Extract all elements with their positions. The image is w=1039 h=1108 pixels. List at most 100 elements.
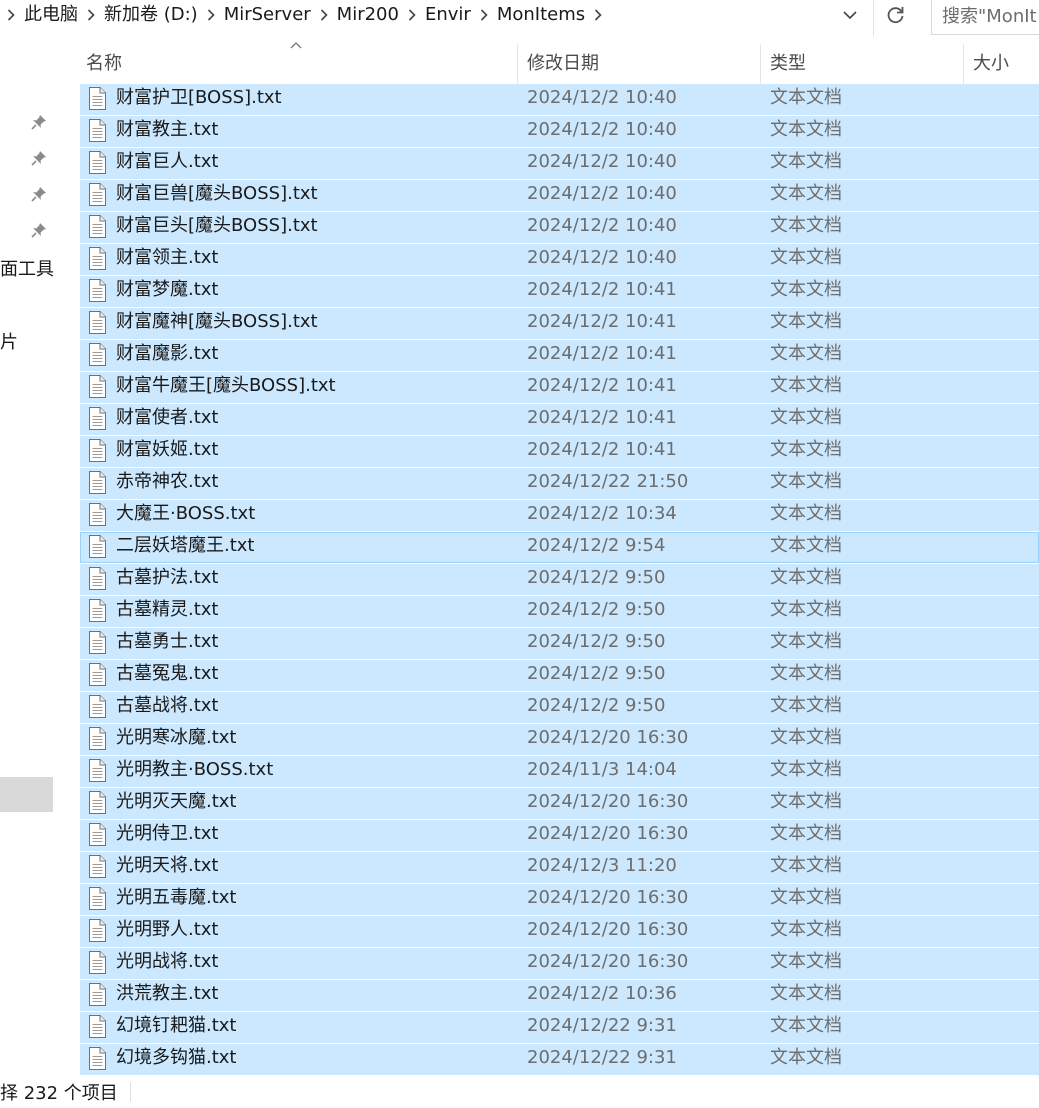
file-modified-date: 2024/12/2 9:50 — [527, 663, 666, 684]
breadcrumb-item-drive[interactable]: 新加卷 (D:) — [102, 0, 200, 30]
chevron-right-icon[interactable] — [313, 0, 335, 30]
text-file-icon — [88, 246, 107, 271]
file-row[interactable]: 幻境多钩猫.txt 2024/12/22 9:31 文本文档 — [80, 1044, 1039, 1075]
file-row[interactable]: 财富巨人.txt 2024/12/2 10:40 文本文档 — [80, 148, 1039, 179]
text-file-icon — [88, 438, 107, 463]
status-divider — [130, 1082, 131, 1102]
file-row[interactable]: 洪荒教主.txt 2024/12/2 10:36 文本文档 — [80, 980, 1039, 1011]
file-name: 光明侍卫.txt — [116, 823, 219, 844]
file-row[interactable]: 财富巨兽[魔头BOSS].txt 2024/12/2 10:40 文本文档 — [80, 180, 1039, 211]
file-name: 光明五毒魔.txt — [116, 887, 237, 908]
chevron-right-icon[interactable] — [200, 0, 222, 30]
nav-item-pictures[interactable]: 片 — [0, 328, 18, 354]
text-file-icon — [88, 598, 107, 623]
file-row[interactable]: 光明天将.txt 2024/12/3 11:20 文本文档 — [80, 852, 1039, 883]
file-row[interactable]: 财富护卫[BOSS].txt 2024/12/2 10:40 文本文档 — [80, 84, 1039, 115]
text-file-icon — [88, 534, 107, 559]
breadcrumb-item-this-pc[interactable]: 此电脑 — [22, 0, 80, 30]
chevron-right-icon[interactable] — [473, 0, 495, 30]
file-modified-date: 2024/12/20 16:30 — [527, 791, 689, 812]
file-name: 光明战将.txt — [116, 951, 219, 972]
file-row[interactable]: 古墓勇士.txt 2024/12/2 9:50 文本文档 — [80, 628, 1039, 659]
breadcrumb-item-monitems[interactable]: MonItems — [495, 0, 587, 30]
file-row[interactable]: 光明教主·BOSS.txt 2024/11/3 14:04 文本文档 — [80, 756, 1039, 787]
file-row[interactable]: 赤帝神农.txt 2024/12/22 21:50 文本文档 — [80, 468, 1039, 499]
file-modified-date: 2024/12/20 16:30 — [527, 951, 689, 972]
file-type: 文本文档 — [770, 791, 842, 812]
search-input[interactable] — [932, 0, 1039, 34]
file-name: 二层妖塔魔王.txt — [116, 535, 255, 556]
file-name: 财富巨头[魔头BOSS].txt — [116, 215, 318, 236]
file-row[interactable]: 财富教主.txt 2024/12/2 10:40 文本文档 — [80, 116, 1039, 147]
file-type: 文本文档 — [770, 439, 842, 460]
file-row[interactable]: 财富巨头[魔头BOSS].txt 2024/12/2 10:40 文本文档 — [80, 212, 1039, 243]
file-row[interactable]: 二层妖塔魔王.txt 2024/12/2 9:54 文本文档 — [80, 532, 1039, 563]
file-type: 文本文档 — [770, 983, 842, 1004]
file-name: 财富魔影.txt — [116, 343, 219, 364]
file-name: 光明教主·BOSS.txt — [116, 759, 274, 780]
address-history-button[interactable] — [832, 0, 868, 30]
file-row[interactable]: 光明灭天魔.txt 2024/12/20 16:30 文本文档 — [80, 788, 1039, 819]
text-file-icon — [88, 790, 107, 815]
file-type: 文本文档 — [770, 823, 842, 844]
file-type: 文本文档 — [770, 343, 842, 364]
file-row[interactable]: 光明寒冰魔.txt 2024/12/20 16:30 文本文档 — [80, 724, 1039, 755]
file-row[interactable]: 光明战将.txt 2024/12/20 16:30 文本文档 — [80, 948, 1039, 979]
search-box[interactable] — [931, 0, 1039, 35]
file-name: 财富领主.txt — [116, 247, 219, 268]
text-file-icon — [88, 278, 107, 303]
pin-icon — [30, 113, 48, 131]
file-name: 光明灭天魔.txt — [116, 791, 237, 812]
nav-item-desktop-tools[interactable]: 面工具 — [0, 255, 54, 281]
file-type: 文本文档 — [770, 471, 842, 492]
column-header-date[interactable]: 修改日期 — [521, 44, 761, 84]
file-modified-date: 2024/12/2 9:50 — [527, 631, 666, 652]
file-row[interactable]: 古墓战将.txt 2024/12/2 9:50 文本文档 — [80, 692, 1039, 723]
file-row[interactable]: 财富牛魔王[魔头BOSS].txt 2024/12/2 10:41 文本文档 — [80, 372, 1039, 403]
file-row[interactable]: 幻境钉耙猫.txt 2024/12/22 9:31 文本文档 — [80, 1012, 1039, 1043]
breadcrumb-item-mirserver[interactable]: MirServer — [222, 0, 313, 30]
chevron-right-icon[interactable] — [0, 0, 22, 30]
file-type: 文本文档 — [770, 535, 842, 556]
file-modified-date: 2024/12/22 9:31 — [527, 1015, 677, 1036]
address-bar: 此电脑 新加卷 (D:) MirServer Mir200 Envir MonI… — [0, 0, 1039, 36]
file-modified-date: 2024/12/2 10:41 — [527, 279, 677, 300]
breadcrumb-item-envir[interactable]: Envir — [423, 0, 473, 30]
file-row[interactable]: 财富妖姬.txt 2024/12/2 10:41 文本文档 — [80, 436, 1039, 467]
column-divider[interactable] — [963, 44, 964, 84]
file-row[interactable]: 古墓冤鬼.txt 2024/12/2 9:50 文本文档 — [80, 660, 1039, 691]
file-row[interactable]: 大魔王·BOSS.txt 2024/12/2 10:34 文本文档 — [80, 500, 1039, 531]
chevron-right-icon[interactable] — [401, 0, 423, 30]
file-row[interactable]: 财富梦魔.txt 2024/12/2 10:41 文本文档 — [80, 276, 1039, 307]
column-divider[interactable] — [517, 44, 518, 84]
refresh-icon — [887, 7, 904, 24]
text-file-icon — [88, 374, 107, 399]
file-row[interactable]: 财富魔神[魔头BOSS].txt 2024/12/2 10:41 文本文档 — [80, 308, 1039, 339]
chevron-right-icon[interactable] — [80, 0, 102, 30]
file-row[interactable]: 光明野人.txt 2024/12/20 16:30 文本文档 — [80, 916, 1039, 947]
file-row[interactable]: 古墓护法.txt 2024/12/2 9:50 文本文档 — [80, 564, 1039, 595]
file-row[interactable]: 光明五毒魔.txt 2024/12/20 16:30 文本文档 — [80, 884, 1039, 915]
file-row[interactable]: 财富领主.txt 2024/12/2 10:40 文本文档 — [80, 244, 1039, 275]
file-type: 文本文档 — [770, 247, 842, 268]
column-header-name[interactable]: 名称 — [80, 44, 517, 84]
file-name: 古墓冤鬼.txt — [116, 663, 219, 684]
file-row[interactable]: 古墓精灵.txt 2024/12/2 9:50 文本文档 — [80, 596, 1039, 627]
file-row[interactable]: 光明侍卫.txt 2024/12/20 16:30 文本文档 — [80, 820, 1039, 851]
refresh-button[interactable] — [876, 0, 916, 30]
breadcrumb-item-mir200[interactable]: Mir200 — [335, 0, 401, 30]
file-row[interactable]: 财富魔影.txt 2024/12/2 10:41 文本文档 — [80, 340, 1039, 371]
file-type: 文本文档 — [770, 599, 842, 620]
column-divider[interactable] — [760, 44, 761, 84]
file-name: 大魔王·BOSS.txt — [116, 503, 256, 524]
file-row[interactable]: 财富使者.txt 2024/12/2 10:41 文本文档 — [80, 404, 1039, 435]
column-header-type[interactable]: 类型 — [764, 44, 962, 84]
nav-item-selected[interactable] — [0, 777, 53, 812]
file-type: 文本文档 — [770, 631, 842, 652]
file-modified-date: 2024/12/2 9:50 — [527, 599, 666, 620]
column-header-size[interactable]: 大小 — [967, 44, 1039, 84]
text-file-icon — [88, 694, 107, 719]
chevron-right-icon[interactable] — [587, 0, 609, 30]
text-file-icon — [88, 342, 107, 367]
text-file-icon — [88, 310, 107, 335]
